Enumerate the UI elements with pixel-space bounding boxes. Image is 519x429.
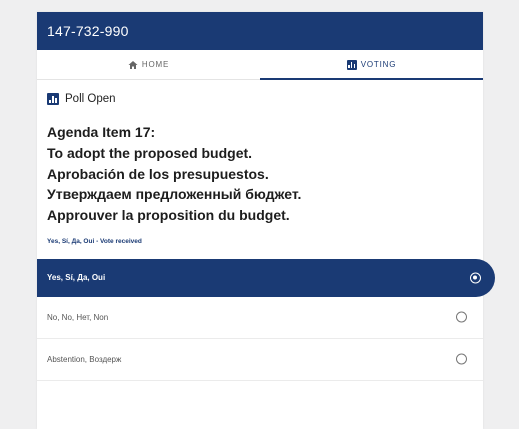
vote-status: Yes, Sí, Да, Oui - Vote received	[47, 237, 142, 245]
option-no[interactable]: No, No, Нет, Non	[37, 297, 483, 339]
agenda-line: Утверждаем предложенный бюджет.	[47, 186, 302, 203]
tab-home[interactable]: HOME	[37, 50, 260, 79]
agenda-line: Aprobación de los presupuestos.	[47, 165, 269, 182]
tab-bar: HOME VOTING	[37, 50, 483, 80]
option-label: Yes, Sí, Да, Oui	[47, 273, 106, 283]
tab-voting-label: VOTING	[360, 60, 397, 69]
option-label: Abstention, Воздерж	[47, 354, 122, 364]
app-frame: 147-732-990 HOME VOTING Poll Open Agenda…	[37, 12, 495, 429]
header-bar: 147-732-990	[37, 12, 483, 50]
option-label: No, No, Нет, Non	[47, 312, 109, 322]
agenda-text: Agenda Item 17: To adopt the proposed bu…	[47, 122, 473, 226]
option-abstention[interactable]: Abstention, Воздерж	[37, 339, 483, 381]
option-yes[interactable]: Yes, Sí, Да, Oui	[37, 258, 495, 297]
agenda-line: Agenda Item 17:	[47, 124, 156, 140]
agenda-line: To adopt the proposed budget.	[47, 144, 253, 161]
radio-selected-icon[interactable]	[470, 272, 481, 284]
agenda-line: Approuver la proposition du budget.	[47, 207, 290, 224]
meeting-id: 147-732-990	[47, 23, 129, 39]
tab-home-label: HOME	[141, 60, 170, 69]
vote-options: Yes, Sí, Да, Oui No, No, Нет, Non Absten…	[37, 258, 495, 381]
radio-icon[interactable]	[456, 311, 467, 323]
home-icon	[128, 60, 138, 70]
chart-icon	[346, 59, 357, 70]
poll-chart-icon	[47, 93, 59, 105]
radio-icon[interactable]	[456, 353, 467, 365]
poll-status-label: Poll Open	[65, 93, 116, 105]
tab-voting[interactable]: VOTING	[260, 50, 483, 80]
poll-status: Poll Open	[47, 93, 473, 105]
